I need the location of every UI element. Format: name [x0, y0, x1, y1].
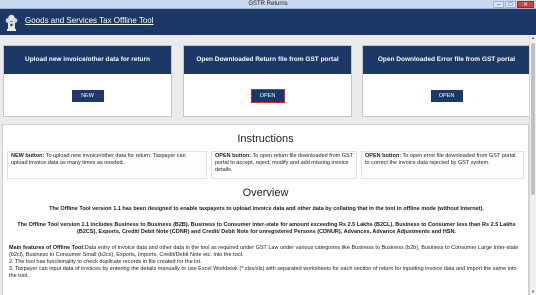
close-button[interactable]: ✕ [517, 1, 534, 8]
instructions-heading: Instructions [237, 133, 294, 145]
instructions-row: NEW button: To upload new invoice/other … [7, 151, 524, 179]
description-label: OPEN button: [215, 153, 252, 159]
new-button[interactable]: NEW [71, 90, 104, 102]
card-heading: Upload new invoice/other data for return [4, 46, 171, 74]
features-label: Main features of Offline Tool: [9, 245, 85, 251]
vertical-scrollbar[interactable]: ▲ ▼ [529, 35, 536, 295]
description-label: OPEN button: [365, 153, 402, 159]
open-error-button[interactable]: OPEN [430, 90, 463, 102]
window-titlebar: GSTR Returns – □ ✕ [0, 0, 536, 9]
overview-features: Main features of Offline Tool:Data entry… [9, 245, 524, 259]
open-error-description: OPEN button: To open error file download… [361, 151, 524, 179]
scroll-down-icon[interactable]: ▼ [530, 289, 536, 295]
open-error-card: Open Downloaded Error file from GST port… [362, 45, 529, 117]
overview-intro: The Offline Tool version 1.1 has been de… [49, 206, 484, 212]
app-title[interactable]: Goods and Services Tax Offline Tool [25, 16, 154, 25]
card-heading: Open Downloaded Error file from GST port… [363, 46, 529, 74]
scrollbar-thumb[interactable] [531, 43, 535, 195]
scroll-up-icon[interactable]: ▲ [530, 35, 536, 41]
instructions-panel: Instructions NEW button: To upload new i… [2, 124, 529, 295]
overview-item-3: 3. Taxpayer can input data of invoices b… [9, 266, 517, 279]
overview-heading: Overview [242, 187, 289, 199]
window-title: GSTR Returns [248, 1, 288, 7]
features-text: Data entry of invoice data and other dat… [9, 245, 519, 258]
description-label: NEW button: [11, 153, 45, 159]
overview-item-2: 2. The tool has functionality to check d… [9, 259, 202, 265]
overview-scope: The Offline Tool version 1.1 includes Bu… [17, 222, 516, 235]
new-button-description: NEW button: To upload new invoice/other … [7, 151, 207, 179]
card-heading: Open Downloaded Return file from GST por… [184, 46, 351, 74]
national-emblem-icon [5, 14, 18, 31]
main-panel: Upload new invoice/other data for return… [0, 35, 529, 295]
open-return-description: OPEN button: To open return file downloa… [211, 151, 357, 179]
open-return-card: Open Downloaded Return file from GST por… [183, 45, 352, 117]
upload-new-card: Upload new invoice/other data for return… [3, 45, 172, 117]
maximize-button[interactable]: □ [505, 1, 516, 8]
open-return-button[interactable]: OPEN [250, 89, 285, 103]
minimize-button[interactable]: – [493, 1, 504, 8]
app-header: Goods and Services Tax Offline Tool [0, 9, 536, 35]
window-controls: – □ ✕ [493, 1, 534, 8]
